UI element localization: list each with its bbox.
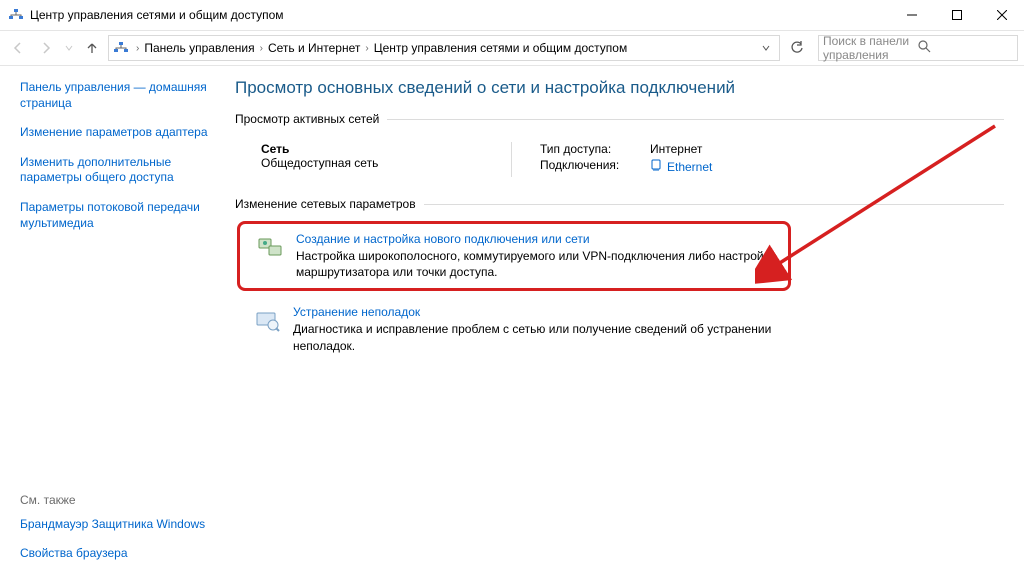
task-title: Создание и настройка нового подключения … — [296, 232, 776, 246]
task-title: Устранение неполадок — [293, 305, 773, 319]
task-troubleshoot[interactable]: Устранение неполадок Диагностика и испра… — [237, 297, 785, 361]
sidebar-link-advanced-sharing[interactable]: Изменить дополнительные параметры общего… — [20, 155, 215, 186]
search-input[interactable]: Поиск в панели управления — [818, 35, 1018, 61]
refresh-button[interactable] — [784, 35, 810, 61]
sidebar: Панель управления — домашняя страница Из… — [0, 66, 225, 576]
chevron-right-icon: › — [257, 43, 266, 54]
connection-link[interactable]: Ethernet — [650, 158, 712, 175]
title-bar: Центр управления сетями и общим доступом — [0, 0, 1024, 31]
chevron-right-icon: › — [133, 43, 142, 54]
sidebar-link-adapter-settings[interactable]: Изменение параметров адаптера — [20, 125, 215, 141]
access-type-value: Интернет — [650, 142, 702, 156]
sidebar-link-media-streaming[interactable]: Параметры потоковой передачи мультимедиа — [20, 200, 215, 231]
active-network-row: Сеть Общедоступная сеть Тип доступа: Инт… — [235, 136, 1004, 191]
chevron-right-icon: › — [362, 43, 371, 54]
nav-forward-button[interactable] — [34, 36, 58, 60]
search-placeholder: Поиск в панели управления — [823, 34, 918, 62]
maximize-button[interactable] — [934, 0, 979, 30]
task-new-connection[interactable]: Создание и настройка нового подключения … — [237, 221, 791, 291]
nav-back-button[interactable] — [6, 36, 30, 60]
task-description: Диагностика и исправление проблем с сеть… — [293, 321, 773, 353]
app-icon — [8, 7, 24, 23]
sidebar-link-home[interactable]: Панель управления — домашняя страница — [20, 80, 215, 111]
search-icon — [918, 40, 1013, 56]
change-settings-label: Изменение сетевых параметров — [235, 197, 1004, 211]
window-title: Центр управления сетями и общим доступом — [30, 8, 889, 22]
see-also-label: См. также — [20, 493, 215, 507]
close-button[interactable] — [979, 0, 1024, 30]
minimize-button[interactable] — [889, 0, 934, 30]
breadcrumb-history-dropdown[interactable] — [757, 43, 775, 53]
network-name: Сеть — [261, 142, 511, 156]
page-heading: Просмотр основных сведений о сети и наст… — [235, 78, 1004, 98]
main-content: Просмотр основных сведений о сети и наст… — [225, 66, 1024, 576]
breadcrumb-icon — [113, 40, 129, 56]
task-description: Настройка широкополосного, коммутируемог… — [296, 248, 776, 280]
troubleshoot-icon — [253, 307, 281, 335]
access-type-label: Тип доступа: — [540, 142, 650, 156]
breadcrumb[interactable]: › Панель управления › Сеть и Интернет › … — [108, 35, 780, 61]
window-controls — [889, 0, 1024, 30]
breadcrumb-item[interactable]: Сеть и Интернет — [268, 41, 360, 55]
breadcrumb-item[interactable]: Центр управления сетями и общим доступом — [374, 41, 628, 55]
breadcrumb-item[interactable]: Панель управления — [144, 41, 254, 55]
ethernet-icon — [650, 158, 662, 175]
nav-recent-dropdown[interactable] — [62, 36, 76, 60]
connections-label: Подключения: — [540, 158, 650, 175]
network-type: Общедоступная сеть — [261, 156, 511, 170]
sidebar-link-internet-options[interactable]: Свойства браузера — [20, 546, 215, 562]
sidebar-link-firewall[interactable]: Брандмауэр Защитника Windows — [20, 517, 215, 533]
nav-up-button[interactable] — [80, 36, 104, 60]
nav-bar: › Панель управления › Сеть и Интернет › … — [0, 31, 1024, 66]
active-networks-label: Просмотр активных сетей — [235, 112, 1004, 126]
connection-wizard-icon — [256, 234, 284, 262]
